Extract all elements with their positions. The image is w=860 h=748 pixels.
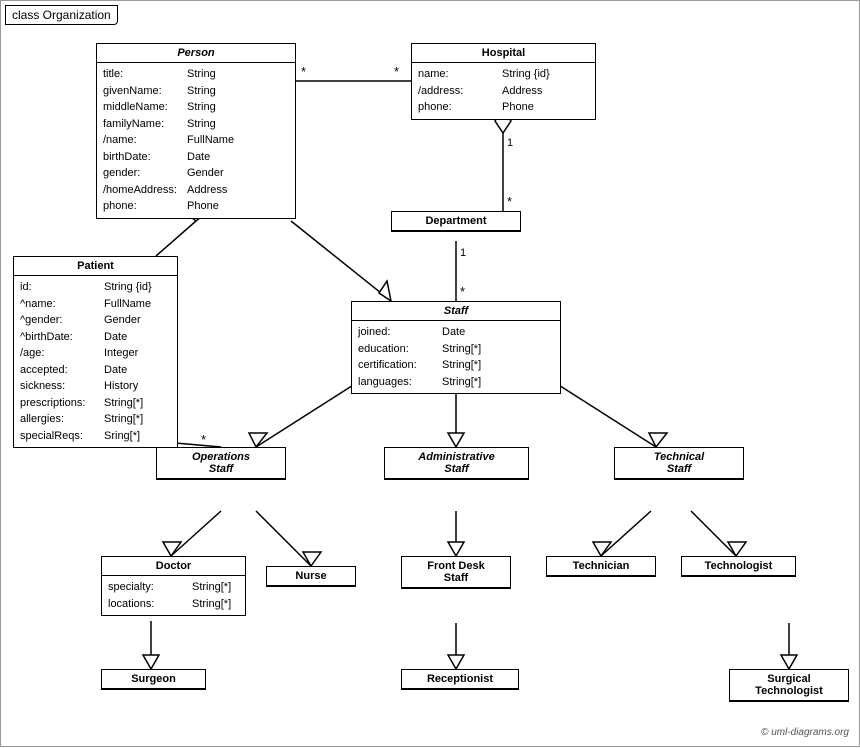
diagram-container: class Organization * * 1 * 1 * xyxy=(0,0,860,747)
surgical-technologist-header: SurgicalTechnologist xyxy=(730,670,848,701)
staff-header: Staff xyxy=(352,302,560,321)
person-body: title:String givenName:String middleName… xyxy=(97,63,295,218)
receptionist-header: Receptionist xyxy=(402,670,518,689)
svg-text:1: 1 xyxy=(507,137,513,149)
technologist-header: Technologist xyxy=(682,557,795,576)
diagram-title: class Organization xyxy=(5,5,118,25)
department-class: Department xyxy=(391,211,521,232)
surgeon-class: Surgeon xyxy=(101,669,206,690)
person-header: Person xyxy=(97,44,295,63)
administrative-staff-header: AdministrativeStaff xyxy=(385,448,528,479)
nurse-class: Nurse xyxy=(266,566,356,587)
patient-header: Patient xyxy=(14,257,177,276)
svg-text:*: * xyxy=(394,64,399,79)
staff-body: joined:Date education:String[*] certific… xyxy=(352,321,560,393)
technical-staff-class: TechnicalStaff xyxy=(614,447,744,480)
doctor-header: Doctor xyxy=(102,557,245,576)
svg-text:1: 1 xyxy=(460,247,466,259)
svg-text:*: * xyxy=(460,284,465,299)
person-class: Person title:String givenName:String mid… xyxy=(96,43,296,219)
nurse-header: Nurse xyxy=(267,567,355,586)
surgical-technologist-class: SurgicalTechnologist xyxy=(729,669,849,702)
technician-header: Technician xyxy=(547,557,655,576)
front-desk-staff-header: Front DeskStaff xyxy=(402,557,510,588)
administrative-staff-class: AdministrativeStaff xyxy=(384,447,529,480)
patient-body: id:String {id} ^name:FullName ^gender:Ge… xyxy=(14,276,177,447)
surgeon-header: Surgeon xyxy=(102,670,205,689)
patient-class: Patient id:String {id} ^name:FullName ^g… xyxy=(13,256,178,448)
svg-text:*: * xyxy=(507,194,512,209)
doctor-class: Doctor specialty:String[*] locations:Str… xyxy=(101,556,246,616)
front-desk-staff-class: Front DeskStaff xyxy=(401,556,511,589)
svg-text:*: * xyxy=(201,432,206,447)
technologist-class: Technologist xyxy=(681,556,796,577)
technical-staff-header: TechnicalStaff xyxy=(615,448,743,479)
hospital-class: Hospital name:String {id} /address:Addre… xyxy=(411,43,596,120)
hospital-body: name:String {id} /address:Address phone:… xyxy=(412,63,595,119)
doctor-body: specialty:String[*] locations:String[*] xyxy=(102,576,245,615)
operations-staff-header: OperationsStaff xyxy=(157,448,285,479)
operations-staff-class: OperationsStaff xyxy=(156,447,286,480)
hospital-header: Hospital xyxy=(412,44,595,63)
copyright: © uml-diagrams.org xyxy=(761,727,849,738)
staff-class: Staff joined:Date education:String[*] ce… xyxy=(351,301,561,394)
receptionist-class: Receptionist xyxy=(401,669,519,690)
department-header: Department xyxy=(392,212,520,231)
svg-text:*: * xyxy=(301,64,306,79)
technician-class: Technician xyxy=(546,556,656,577)
